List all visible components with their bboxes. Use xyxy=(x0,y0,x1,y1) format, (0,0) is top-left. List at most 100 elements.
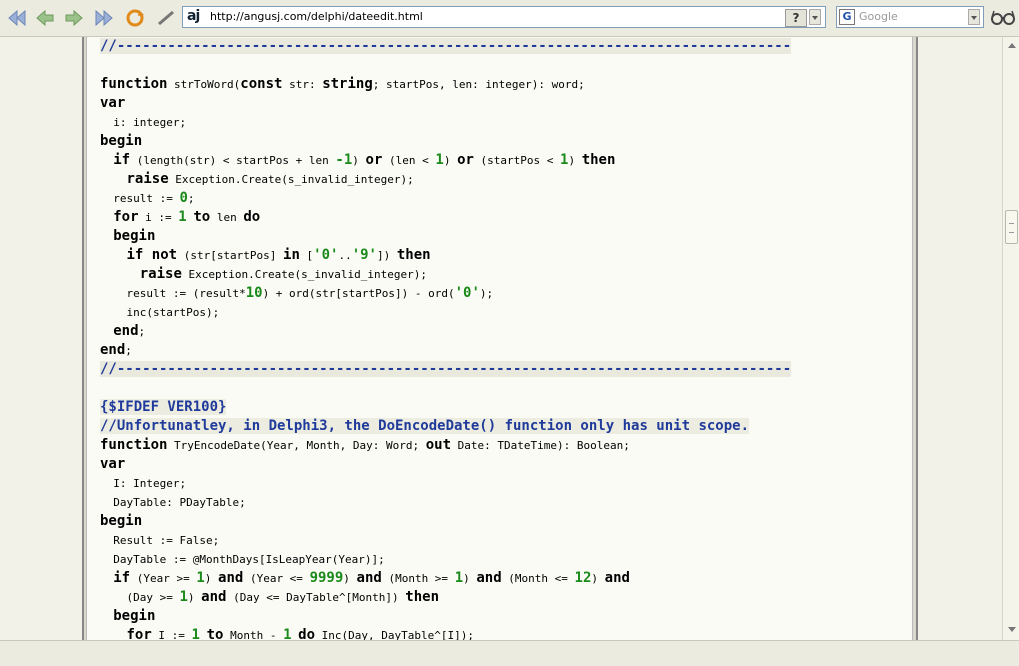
code-token: i := xyxy=(138,211,179,224)
code-token: 12 xyxy=(574,570,592,586)
code-line: end; xyxy=(100,341,132,360)
code-token: do xyxy=(298,627,315,640)
code-token: inc(startPos); xyxy=(100,306,220,319)
code-token: ) xyxy=(343,572,357,585)
code-token: (Year <= xyxy=(243,572,310,585)
code-token: function xyxy=(100,437,168,453)
scrollbar-thumb[interactable] xyxy=(1005,210,1018,244)
code-token: 1 xyxy=(178,209,187,225)
code-token: ) + ord(str[startPos]) - ord( xyxy=(262,287,455,300)
code-token: //--------------------------------------… xyxy=(100,38,792,54)
code-token: and xyxy=(218,570,244,586)
scroll-down-button[interactable] xyxy=(1005,623,1018,636)
code-token: ) xyxy=(591,572,605,585)
code-token: var xyxy=(100,456,126,472)
code-token: then xyxy=(405,589,439,605)
code-token: then xyxy=(396,247,431,263)
code-token: 1 xyxy=(283,627,292,640)
edit-icon[interactable] xyxy=(155,7,177,29)
code-token: I: Integer; xyxy=(100,477,187,490)
code-token: to xyxy=(206,627,224,640)
address-bar[interactable]: aj http://angusj.com/delphi/dateedit.htm… xyxy=(182,6,826,28)
code-token: in xyxy=(283,247,300,263)
google-icon[interactable]: G xyxy=(839,9,855,25)
code-line: begin xyxy=(100,227,155,246)
chevron-down-icon xyxy=(812,16,818,20)
code-token: if xyxy=(113,152,131,168)
code-token: 0 xyxy=(179,190,188,206)
code-line: DayTable := @MonthDays[IsLeapYear(Year)]… xyxy=(100,550,385,569)
code-token: '0' xyxy=(454,285,480,301)
code-token: ]) xyxy=(377,249,397,262)
code-token: (Month >= xyxy=(381,572,455,585)
code-token: or xyxy=(365,152,383,168)
url-text[interactable]: http://angusj.com/delphi/dateedit.html xyxy=(210,10,423,23)
code-token: for xyxy=(126,627,152,640)
code-token: 1 xyxy=(191,627,200,640)
help-icon[interactable]: ? xyxy=(785,9,807,27)
code-token: ); xyxy=(479,287,494,300)
code-token: (len < xyxy=(382,154,436,167)
code-token: Inc(Day, DayTable^[I]); xyxy=(315,629,474,640)
code-token: Exception.Create(s_invalid_integer); xyxy=(181,268,427,281)
glasses-icon[interactable] xyxy=(990,8,1016,28)
code-line: //Unfortunatley, in Delphi3, the DoEncod… xyxy=(100,417,750,436)
code-line: if not (str[startPos] in ['0'..'9']) the… xyxy=(100,246,431,265)
reload-icon[interactable] xyxy=(124,7,146,29)
code-token: '9' xyxy=(351,247,377,263)
scroll-up-button[interactable] xyxy=(1005,39,1018,52)
code-line: result := 0; xyxy=(100,189,194,208)
code-token: DayTable := @MonthDays[IsLeapYear(Year)]… xyxy=(100,553,385,566)
code-token: Month - xyxy=(223,629,284,640)
code-token: 1 xyxy=(435,152,444,168)
code-line: result := (result*10) + ord(str[startPos… xyxy=(100,284,493,303)
forward-icon[interactable] xyxy=(63,7,85,29)
chevron-down-icon xyxy=(1008,627,1016,632)
code-line: i: integer; xyxy=(100,113,186,132)
code-token: (Day <= DayTable^[Month]) xyxy=(226,591,406,604)
code-line: inc(startPos); xyxy=(100,303,219,322)
url-dropdown-button[interactable] xyxy=(809,9,821,25)
vertical-scrollbar[interactable] xyxy=(1002,37,1019,640)
code-token: for xyxy=(113,209,139,225)
code-token: ; xyxy=(125,344,132,357)
search-box[interactable]: G xyxy=(836,6,984,28)
code-token: //--------------------------------------… xyxy=(100,361,792,377)
code-token: I := xyxy=(151,629,192,640)
code-token: to xyxy=(193,209,211,225)
code-line: raise Exception.Create(s_invalid_integer… xyxy=(100,265,427,284)
code-token: (length(str) < startPos + len xyxy=(130,154,336,167)
code-token: out xyxy=(425,437,452,453)
code-token: and xyxy=(604,570,630,586)
fast-forward-icon[interactable] xyxy=(93,7,115,29)
code-token: (startPos < xyxy=(473,154,561,167)
code-token: TryEncodeDate(Year, Month, Day: Word; xyxy=(167,439,426,452)
search-dropdown-button[interactable] xyxy=(968,9,980,25)
code-token: '0' xyxy=(313,247,339,263)
code-token: len xyxy=(210,211,244,224)
code-token: Exception.Create(s_invalid_integer); xyxy=(168,173,414,186)
code-token: raise xyxy=(126,171,169,187)
back-icon[interactable] xyxy=(34,7,56,29)
code-line: var xyxy=(100,455,125,474)
code-token: and xyxy=(356,570,382,586)
rewind-icon[interactable] xyxy=(6,7,28,29)
code-token: Date: TDateTime): Boolean; xyxy=(451,439,630,452)
code-token: //Unfortunatley, in Delphi3, the DoEncod… xyxy=(100,418,750,434)
code-token: or xyxy=(457,152,474,168)
code-token: (Day >= xyxy=(100,591,180,604)
site-favicon-icon: aj xyxy=(187,8,200,24)
search-input[interactable] xyxy=(859,10,964,23)
code-token: 10 xyxy=(245,285,263,301)
code-token: ) xyxy=(463,572,477,585)
code-token: const xyxy=(240,76,283,92)
code-token: and xyxy=(201,589,227,605)
code-token: str: xyxy=(282,78,323,91)
